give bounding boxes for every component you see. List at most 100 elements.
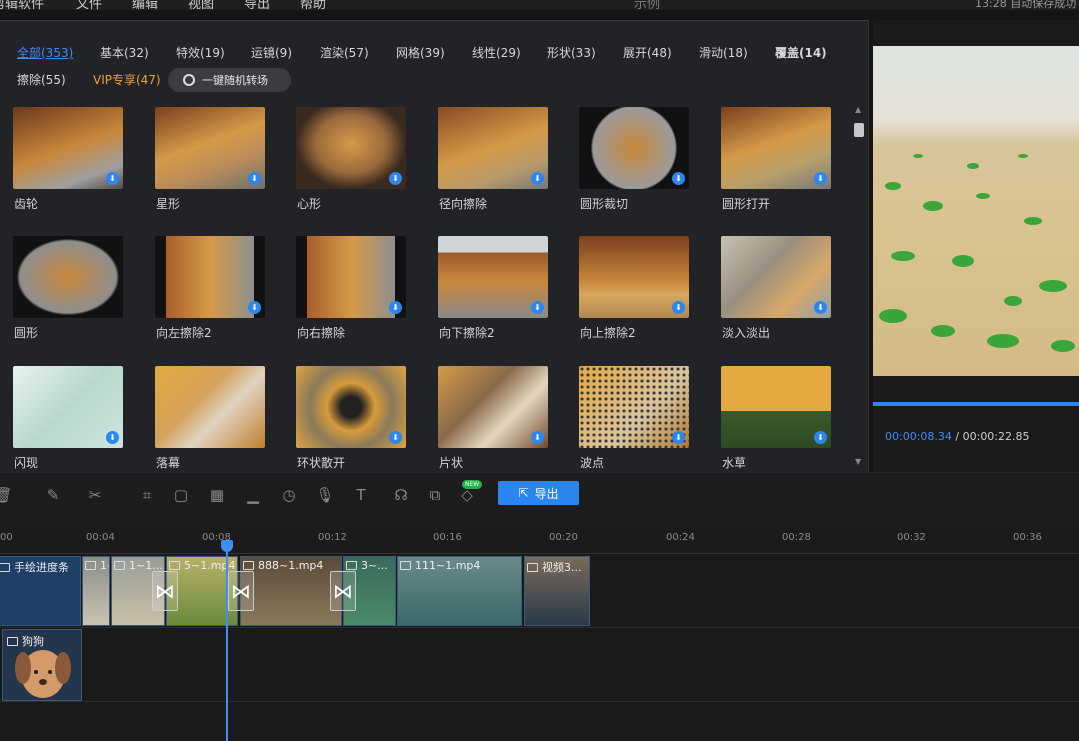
transition-card-seaweed[interactable]: ⬇ xyxy=(721,366,831,448)
tab-expand[interactable]: 展开(48) xyxy=(623,44,672,61)
menu-help[interactable]: 帮助 xyxy=(300,0,326,10)
clip-icon xyxy=(85,561,96,570)
menu-file[interactable]: 文件 xyxy=(76,0,102,10)
transition-card-flash[interactable]: ⬇ xyxy=(13,366,123,448)
preview-progress-bar[interactable] xyxy=(873,402,1079,406)
download-icon[interactable]: ⬇ xyxy=(814,431,827,444)
download-icon[interactable]: ⬇ xyxy=(389,301,402,314)
transition-card-fade[interactable]: ⬇ xyxy=(721,236,831,318)
scroll-up-icon[interactable]: ▲ xyxy=(855,105,861,114)
timeline-clip[interactable]: 视频3... xyxy=(524,556,590,626)
download-icon[interactable]: ⬇ xyxy=(814,172,827,185)
transition-card-circle-open[interactable]: ⬇ xyxy=(721,107,831,189)
random-transition-button[interactable]: 一键随机转场 xyxy=(168,68,291,92)
autosave-status: 13:28 自动保存成功 xyxy=(975,0,1077,10)
preview-video[interactable] xyxy=(873,46,1079,376)
random-icon xyxy=(183,74,195,86)
download-icon[interactable]: ⬇ xyxy=(672,301,685,314)
tab-effects[interactable]: 特效(19) xyxy=(176,44,225,61)
download-icon[interactable]: ⬇ xyxy=(389,172,402,185)
transition-marker[interactable]: ⋈ xyxy=(228,571,254,611)
transition-card-wipe-down[interactable]: ⬇ xyxy=(438,236,548,318)
tab-basic[interactable]: 基本(32) xyxy=(100,44,149,61)
transition-card-curtain[interactable] xyxy=(155,366,265,448)
transition-card-gear[interactable]: ⬇ xyxy=(13,107,123,189)
timeline-clip[interactable]: 1~1... xyxy=(82,556,110,626)
tab-render[interactable]: 渲染(57) xyxy=(320,44,369,61)
new-badge: NEW xyxy=(462,480,483,489)
transition-card-circle[interactable] xyxy=(13,236,123,318)
empty-track xyxy=(0,702,1079,741)
mosaic-icon[interactable]: ▦ xyxy=(206,484,228,506)
overlay-clip-dog[interactable]: 狗狗 xyxy=(2,629,82,701)
transition-card-star[interactable]: ⬇ xyxy=(155,107,265,189)
transition-label: 向左擦除2 xyxy=(156,326,212,340)
tab-cover[interactable]: 覆盖(14) xyxy=(775,44,827,61)
download-icon[interactable]: ⬇ xyxy=(106,172,119,185)
transition-card-heart[interactable]: ⬇ xyxy=(296,107,406,189)
menu-export[interactable]: 导出 xyxy=(244,0,270,10)
download-icon[interactable]: ⬇ xyxy=(389,431,402,444)
scroll-down-icon[interactable]: ▼ xyxy=(855,457,861,466)
download-icon[interactable]: ⬇ xyxy=(672,431,685,444)
transition-label: 向右擦除 xyxy=(297,326,346,340)
clip-icon xyxy=(243,561,254,570)
transition-card-wipe-left[interactable]: ⬇ xyxy=(155,236,265,318)
tab-grid[interactable]: 网格(39) xyxy=(396,44,445,61)
crop-icon[interactable]: ⌗ xyxy=(136,484,158,506)
speed-icon[interactable]: ◷ xyxy=(278,484,300,506)
edit-icon[interactable]: ✎ xyxy=(42,484,64,506)
preview-panel: 00:00:08.34 / 00:00:22.85 xyxy=(873,20,1079,472)
download-icon[interactable]: ⬇ xyxy=(248,172,261,185)
timeline-clip[interactable]: 111~1.mp4 xyxy=(397,556,522,626)
audio-wave-icon[interactable]: ▁ xyxy=(242,484,264,506)
playhead[interactable] xyxy=(226,546,228,741)
download-icon[interactable]: ⬇ xyxy=(531,172,544,185)
clip-icon xyxy=(0,562,10,572)
text-to-speech-icon[interactable]: T xyxy=(350,484,372,506)
cut-icon[interactable]: ✂ xyxy=(84,484,106,506)
transition-card-ring-scatter[interactable]: ⬇ xyxy=(296,366,406,448)
freeze-icon[interactable]: ▢ xyxy=(170,484,192,506)
timeline-clip[interactable]: 手绘进度条 xyxy=(0,556,81,626)
tab-wipe[interactable]: 擦除(55) xyxy=(17,71,66,88)
transition-card-wipe-up[interactable]: ⬇ xyxy=(579,236,689,318)
download-icon[interactable]: ⬇ xyxy=(531,301,544,314)
transition-marker[interactable]: ⋈ xyxy=(330,571,356,611)
menu-view[interactable]: 视图 xyxy=(188,0,214,10)
export-button[interactable]: ⇱ 导出 xyxy=(498,481,579,505)
menu-app-name[interactable]: 剪辑软件 xyxy=(0,0,44,10)
tab-vip[interactable]: VIP专享(47) xyxy=(93,71,161,88)
transition-marker[interactable]: ⋈ xyxy=(152,571,178,611)
delete-icon[interactable]: 🗑 xyxy=(0,484,14,506)
export-label: 导出 xyxy=(534,486,559,501)
transition-card-dots[interactable]: ⬇ xyxy=(579,366,689,448)
tab-all[interactable]: 全部(353) xyxy=(17,44,73,61)
download-icon[interactable]: ⬇ xyxy=(248,301,261,314)
tab-camera[interactable]: 运镜(9) xyxy=(251,44,292,61)
microphone-icon[interactable]: 🎙 xyxy=(314,484,336,506)
scroll-thumb[interactable] xyxy=(854,123,864,137)
download-icon[interactable]: ⬇ xyxy=(531,431,544,444)
panel-scrollbar[interactable]: ▲ ▼ xyxy=(853,105,865,471)
transition-card-flakes[interactable]: ⬇ xyxy=(438,366,548,448)
transition-label: 齿轮 xyxy=(14,197,39,211)
overlay-icon[interactable]: ⧉ xyxy=(424,484,446,506)
random-transition-label: 一键随机转场 xyxy=(202,74,268,87)
tab-linear[interactable]: 线性(29) xyxy=(472,44,521,61)
tab-shape[interactable]: 形状(33) xyxy=(547,44,596,61)
download-icon[interactable]: ⬇ xyxy=(106,431,119,444)
download-icon[interactable]: ⬇ xyxy=(672,172,685,185)
voice-change-icon[interactable]: ☊ xyxy=(390,484,412,506)
clip-label: 3~... xyxy=(361,559,388,572)
ruler-tick: 00:28 xyxy=(782,532,811,543)
timeline-clip[interactable]: 888~1.mp4 xyxy=(240,556,342,626)
timeline-ruler[interactable]: 00 00:04 00:08 00:12 00:16 00:20 00:24 0… xyxy=(0,524,1079,554)
tab-slide[interactable]: 滑动(18) xyxy=(699,44,748,61)
download-icon[interactable]: ⬇ xyxy=(814,301,827,314)
transition-card-circle-crop[interactable]: ⬇ xyxy=(579,107,689,189)
transition-card-wipe-right[interactable]: ⬇ xyxy=(296,236,406,318)
menu-edit[interactable]: 编辑 xyxy=(132,0,158,10)
clip-icon xyxy=(346,561,357,570)
transition-card-radial-wipe[interactable]: ⬇ xyxy=(438,107,548,189)
